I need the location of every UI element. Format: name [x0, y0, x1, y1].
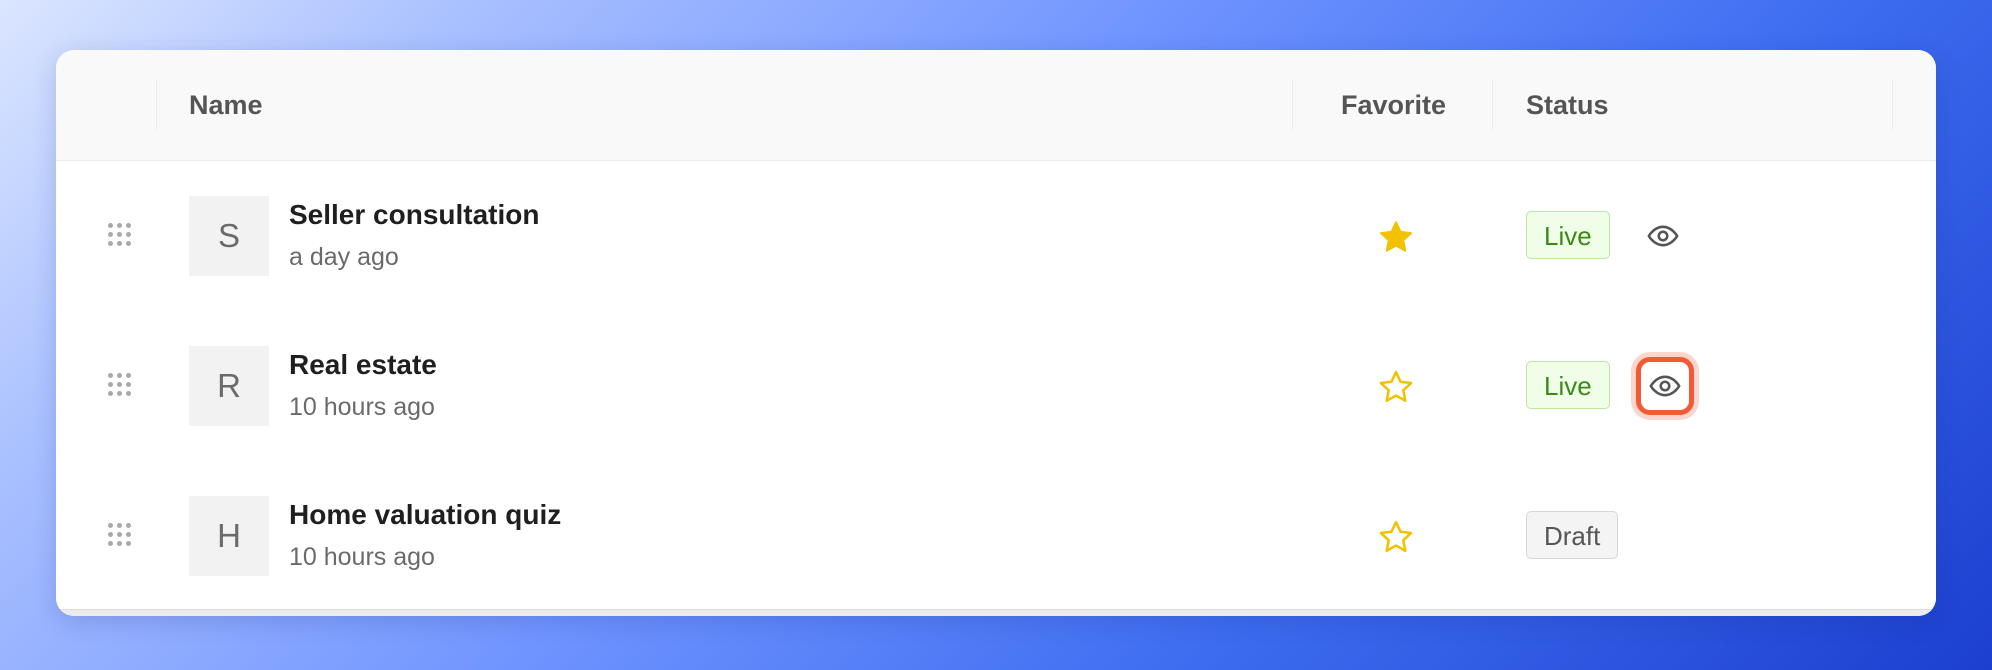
column-header-status[interactable]: Status: [1526, 50, 1609, 160]
status-badge: Live: [1526, 211, 1610, 259]
header-divider: [156, 80, 157, 130]
column-header-name[interactable]: Name: [189, 50, 263, 160]
table-header: Name Favorite Status: [56, 50, 1936, 161]
star-outline-icon[interactable]: [1377, 368, 1415, 406]
row-timestamp: a day ago: [289, 243, 399, 271]
table-row[interactable]: H Home valuation quiz 10 hours ago Draft: [56, 461, 1936, 612]
row-title[interactable]: Real estate: [289, 349, 437, 381]
row-timestamp: 10 hours ago: [289, 393, 435, 421]
drag-handle-icon[interactable]: [108, 523, 132, 547]
row-title[interactable]: Seller consultation: [289, 199, 540, 231]
header-divider: [1292, 80, 1293, 130]
status-badge: Live: [1526, 361, 1610, 409]
preview-button[interactable]: [1636, 357, 1694, 415]
drag-handle-icon[interactable]: [108, 373, 132, 397]
forms-table-card: Name Favorite Status S Seller consultati…: [56, 50, 1936, 616]
column-header-favorite[interactable]: Favorite: [1341, 50, 1446, 160]
avatar: R: [189, 346, 269, 426]
row-timestamp: 10 hours ago: [289, 543, 435, 571]
header-divider: [1892, 80, 1893, 130]
row-title[interactable]: Home valuation quiz: [289, 499, 561, 531]
eye-icon: [1647, 225, 1679, 247]
status-badge: Draft: [1526, 511, 1619, 559]
preview-button[interactable]: [1641, 214, 1685, 258]
eye-icon: [1649, 375, 1681, 397]
avatar: S: [189, 196, 269, 276]
star-filled-icon[interactable]: [1377, 218, 1415, 256]
table-row[interactable]: R Real estate 10 hours ago Live: [56, 311, 1936, 462]
table-footer-edge: [56, 609, 1936, 616]
header-divider: [1492, 80, 1493, 130]
star-outline-icon[interactable]: [1377, 518, 1415, 556]
drag-handle-icon[interactable]: [108, 223, 132, 247]
table-row[interactable]: S Seller consultation a day ago Live: [56, 161, 1936, 312]
avatar: H: [189, 496, 269, 576]
